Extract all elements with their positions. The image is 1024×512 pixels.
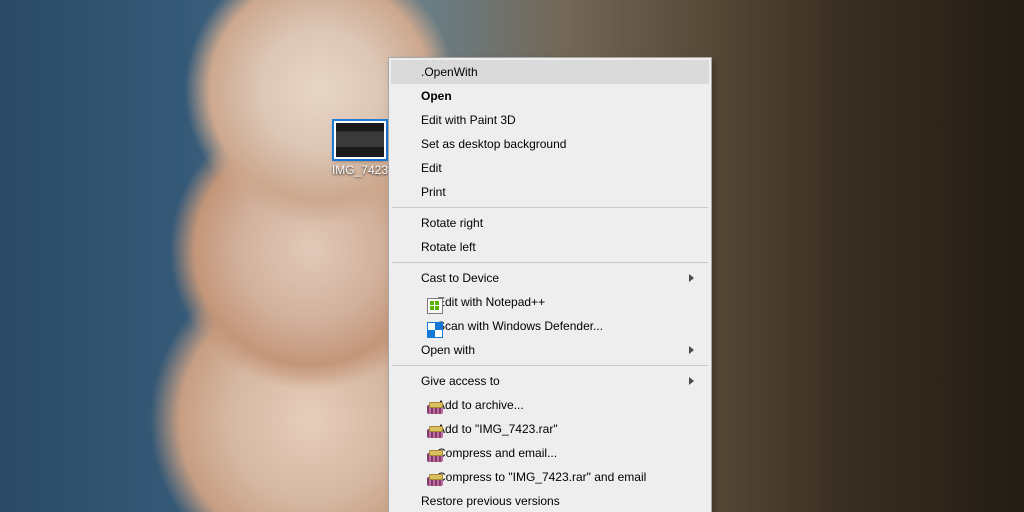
menu-item-label: Add to "IMG_7423.rar" (437, 422, 558, 436)
menu-separator (392, 207, 708, 208)
menu-item[interactable]: Add to "IMG_7423.rar" (391, 417, 709, 441)
menu-item-label: Set as desktop background (421, 137, 566, 151)
menu-item-label: Compress and email... (437, 446, 557, 460)
menu-item[interactable]: Compress to "IMG_7423.rar" and email (391, 465, 709, 489)
menu-item-label: Print (421, 185, 446, 199)
chevron-right-icon (689, 345, 699, 355)
menu-item-label: Edit (421, 161, 442, 175)
chevron-right-icon (689, 376, 699, 386)
menu-separator (392, 365, 708, 366)
menu-item-label: Cast to Device (421, 271, 499, 285)
menu-item-label: Rotate left (421, 240, 476, 254)
winrar-icon (427, 401, 443, 417)
desktop[interactable]: IMG_7423 .OpenWithOpenEdit with Paint 3D… (0, 0, 1024, 512)
notepadpp-icon (427, 298, 443, 314)
menu-item[interactable]: Edit with Paint 3D (391, 108, 709, 132)
menu-item-label: Open (421, 89, 452, 103)
menu-item-label: Edit with Notepad++ (437, 295, 545, 309)
winrar-icon (427, 473, 443, 489)
windows-defender-icon (427, 322, 443, 338)
menu-item[interactable]: Restore previous versions (391, 489, 709, 512)
menu-item[interactable]: .OpenWith (391, 60, 709, 84)
menu-item-label: Open with (421, 343, 475, 357)
menu-item[interactable]: Set as desktop background (391, 132, 709, 156)
winrar-icon (427, 449, 443, 465)
menu-item[interactable]: Compress and email... (391, 441, 709, 465)
menu-item-label: Scan with Windows Defender... (437, 319, 603, 333)
menu-item-label: Edit with Paint 3D (421, 113, 516, 127)
menu-item-label: Give access to (421, 374, 500, 388)
image-file-thumbnail (334, 121, 386, 159)
context-menu: .OpenWith Open Edit with Paint 3D Set as de… (388, 57, 712, 512)
menu-item[interactable]: Rotate left (391, 235, 709, 259)
menu-item-label: Restore previous versions (421, 494, 560, 508)
menu-item[interactable]: Give access to (391, 369, 709, 393)
menu-item-label: Compress to "IMG_7423.rar" and email (437, 470, 646, 484)
menu-item-label: Rotate right (421, 216, 483, 230)
menu-item[interactable]: Scan with Windows Defender... (391, 314, 709, 338)
menu-item[interactable]: Open with (391, 338, 709, 362)
menu-item-label: Add to archive... (437, 398, 524, 412)
winrar-icon (427, 425, 443, 441)
menu-separator (392, 262, 708, 263)
menu-item[interactable]: Rotate right (391, 211, 709, 235)
menu-item[interactable]: Cast to Device (391, 266, 709, 290)
menu-item[interactable]: Open (391, 84, 709, 108)
menu-item[interactable]: Edit with Notepad++ (391, 290, 709, 314)
menu-item[interactable]: Add to archive... (391, 393, 709, 417)
chevron-right-icon (689, 273, 699, 283)
menu-item[interactable]: Edit (391, 156, 709, 180)
menu-item[interactable]: Print (391, 180, 709, 204)
menu-item-label: .OpenWith (421, 65, 478, 79)
